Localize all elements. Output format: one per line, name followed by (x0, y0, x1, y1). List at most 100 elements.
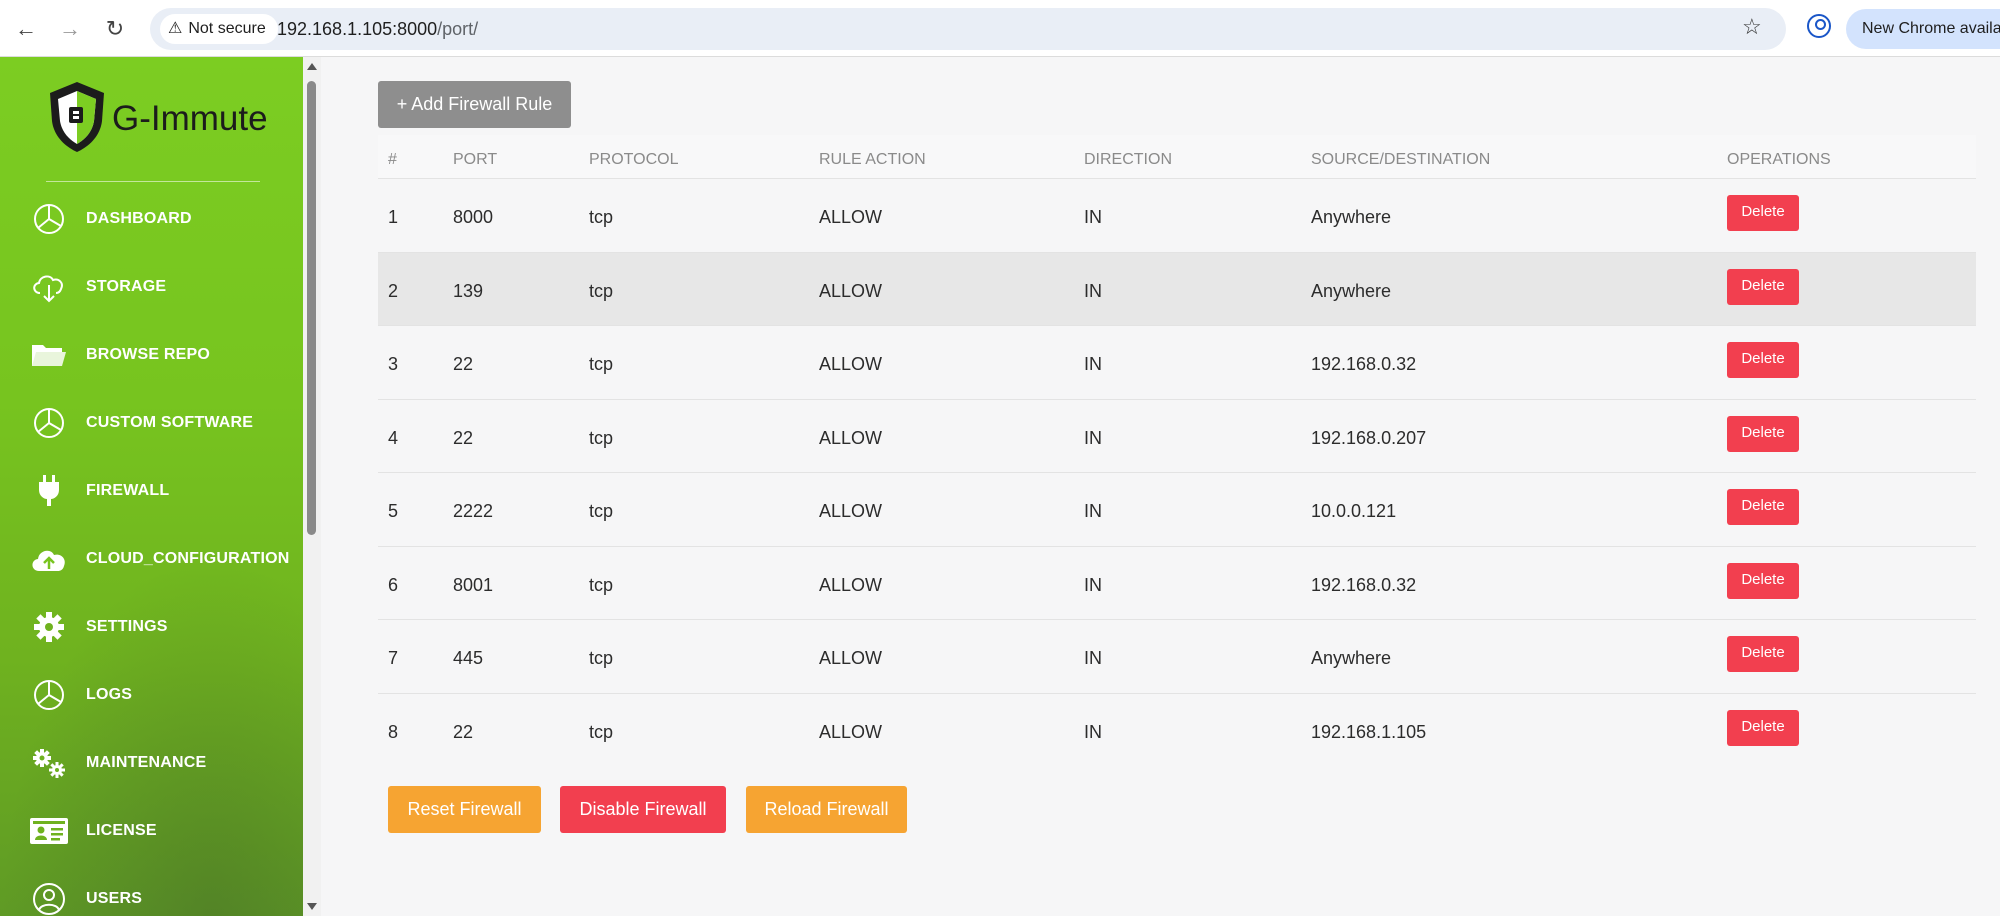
delete-button[interactable]: Delete (1727, 709, 1799, 746)
cloud-download-icon (33, 275, 63, 303)
plug-icon (39, 475, 59, 506)
gear-icon (34, 612, 64, 642)
delete-button[interactable]: Delete (1727, 636, 1799, 672)
cell-protocol: tcp (589, 648, 614, 668)
cell-protocol: tcp (589, 721, 614, 742)
sidebar-item-label: DASHBOARD (86, 210, 192, 227)
sidebar-item-cloud-configuration[interactable]: CLOUD_CONFIGURATION (30, 539, 300, 579)
cell-port: 22 (453, 427, 474, 448)
id-card-icon (30, 818, 68, 844)
column-header-direction: DIRECTION (1084, 151, 1172, 168)
cell-protocol: tcp (589, 501, 614, 521)
delete-button[interactable]: Delete (1727, 268, 1799, 305)
cell-rule-action: ALLOW (819, 501, 883, 521)
cell-source-destination: 192.168.0.32 (1311, 574, 1417, 595)
column-header-index: # (388, 151, 397, 168)
sidebar-item-firewall[interactable]: FIREWALL (30, 471, 300, 511)
sidebar-item-label: LOGS (86, 686, 133, 703)
scroll-down-arrow-icon[interactable] (307, 903, 317, 910)
table-header: # PORT PROTOCOL RULE ACTION DIRECTION SO… (378, 135, 1976, 179)
cell-protocol: tcp (589, 574, 614, 595)
cell-rule-action: ALLOW (819, 574, 883, 595)
cell-direction: IN (1084, 501, 1102, 521)
delete-button[interactable]: Delete (1727, 489, 1799, 525)
sidebar-item-license[interactable]: LICENSE (30, 811, 300, 851)
profile-icon[interactable] (1807, 14, 1831, 38)
cell-source-destination: 10.0.0.121 (1311, 501, 1397, 521)
chrome-update-button[interactable]: New Chrome available (1846, 9, 2000, 49)
column-header-rule-action: RULE ACTION (819, 151, 926, 168)
cell-index: 5 (388, 501, 399, 521)
cell-index: 3 (388, 354, 399, 374)
cell-rule-action: ALLOW (819, 648, 883, 668)
table-row: 3 22 tcp ALLOW IN 192.168.0.32 Delete (378, 326, 1976, 400)
pie-chart-icon (34, 204, 64, 234)
scroll-up-arrow-icon[interactable] (307, 63, 317, 70)
browser-toolbar: ← → ↻ ⚠ Not secure 192.168.1.105:8000/por… (0, 0, 2000, 57)
sidebar-item-maintenance[interactable]: MAINTENANCE (30, 743, 300, 783)
add-firewall-rule-button[interactable]: + Add Firewall Rule (378, 81, 571, 128)
bookmark-star-icon[interactable]: ☆ (1742, 14, 1762, 40)
table-row: 7 445 tcp ALLOW IN Anywhere Delete (378, 620, 1976, 694)
table-row: 2 139 tcp ALLOW IN Anywhere Delete (378, 252, 1976, 326)
cell-port: 8001 (453, 574, 494, 595)
back-icon[interactable]: ← (11, 14, 41, 44)
sidebar-scrollbar[interactable] (303, 57, 321, 916)
delete-button[interactable]: Delete (1727, 195, 1799, 231)
delete-button[interactable]: Delete (1727, 562, 1799, 599)
forward-icon[interactable]: → (55, 14, 85, 44)
sidebar-item-users[interactable]: USERS (30, 879, 300, 916)
column-header-operations: OPERATIONS (1727, 151, 1831, 168)
cell-direction: IN (1084, 427, 1102, 448)
reload-icon[interactable]: ↻ (100, 14, 130, 44)
pie-chart-icon (34, 408, 64, 438)
sidebar-item-label: CLOUD_CONFIGURATION (86, 550, 290, 567)
table-row: 6 8001 tcp ALLOW IN 192.168.0.32 Delete (378, 547, 1976, 620)
sidebar-item-label: MAINTENANCE (86, 754, 207, 771)
cell-rule-action: ALLOW (819, 721, 883, 742)
sidebar-item-label: USERS (86, 890, 143, 907)
warning-icon: ⚠ (168, 20, 183, 37)
sidebar-item-storage[interactable]: STORAGE (30, 267, 300, 307)
address-bar[interactable]: ⚠ Not secure 192.168.1.105:8000/port/ (150, 8, 1786, 50)
pie-chart-icon (34, 680, 64, 710)
security-indicator[interactable]: ⚠ Not secure (160, 14, 278, 44)
sidebar-item-browse-repo[interactable]: BROWSE REPO (30, 335, 300, 375)
cell-direction: IN (1084, 207, 1102, 227)
cell-port: 2222 (453, 501, 494, 521)
cell-index: 1 (388, 207, 399, 227)
user-icon (33, 883, 65, 915)
sidebar-item-label: SETTINGS (86, 618, 168, 635)
reset-firewall-button[interactable]: Reset Firewall (388, 786, 541, 833)
table-row: 1 8000 tcp ALLOW IN Anywhere Delete (378, 179, 1976, 253)
cell-protocol: tcp (589, 427, 614, 448)
column-header-port: PORT (453, 151, 498, 168)
cell-source-destination: 192.168.1.105 (1311, 721, 1427, 742)
table-row: 8 22 tcp ALLOW IN 192.168.1.105 Delete (378, 694, 1976, 768)
folder-icon (32, 345, 66, 366)
delete-button[interactable]: Delete (1727, 415, 1799, 452)
sidebar-item-settings[interactable]: SETTINGS (30, 607, 300, 647)
reload-firewall-button[interactable]: Reload Firewall (746, 786, 907, 833)
column-header-protocol: PROTOCOL (589, 151, 679, 168)
cell-source-destination: 192.168.0.207 (1311, 427, 1427, 448)
cell-index: 8 (388, 721, 399, 742)
url-text[interactable]: 192.168.1.105:8000/port/ (277, 8, 478, 50)
cell-port: 139 (453, 280, 484, 301)
sidebar-item-label: FIREWALL (86, 482, 170, 499)
sidebar-item-custom-software[interactable]: CUSTOM SOFTWARE (30, 403, 300, 443)
delete-button[interactable]: Delete (1727, 342, 1799, 378)
cell-rule-action: ALLOW (819, 427, 883, 448)
cell-rule-action: ALLOW (819, 280, 883, 301)
cell-source-destination: Anywhere (1311, 648, 1392, 668)
cell-direction: IN (1084, 354, 1102, 374)
scrollbar-thumb[interactable] (307, 81, 316, 535)
sidebar-item-dashboard[interactable]: DASHBOARD (30, 199, 300, 239)
shield-logo-icon (50, 82, 104, 152)
cell-source-destination: 192.168.0.32 (1311, 354, 1417, 374)
cell-direction: IN (1084, 648, 1102, 668)
disable-firewall-button[interactable]: Disable Firewall (560, 786, 726, 833)
cell-port: 8000 (453, 207, 494, 227)
brand-name: G-Immute (112, 99, 268, 138)
sidebar-item-logs[interactable]: LOGS (30, 675, 300, 715)
